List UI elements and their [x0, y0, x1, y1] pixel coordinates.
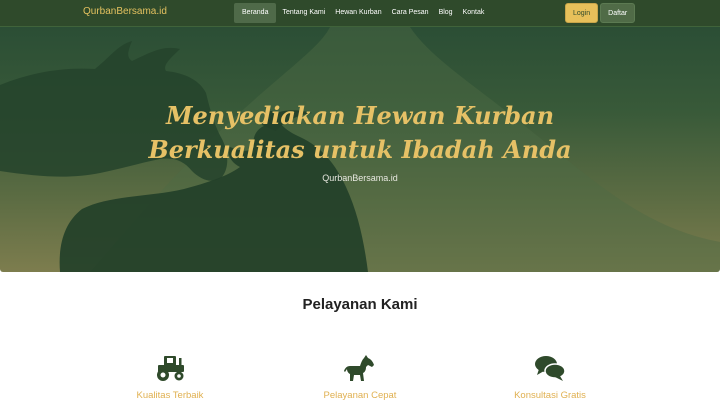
signup-button[interactable]: Daftar [600, 3, 636, 23]
horse-icon [344, 355, 374, 381]
service-kualitas-terbaik: Kualitas Terbaik [85, 354, 255, 401]
nav-link-beranda[interactable]: Beranda [234, 3, 277, 23]
hero-subtitle: QurbanBersama.id [322, 173, 398, 183]
navbar: QurbanBersama.id Beranda Tentang Kami He… [0, 0, 720, 27]
hero-banner: Menyediakan Hewan Kurban Berkualitas unt… [0, 27, 720, 272]
brand-logo[interactable]: QurbanBersama.id [83, 6, 167, 17]
tractor-icon [157, 356, 184, 381]
service-konsultasi-gratis: Konsultasi Gratis [465, 354, 635, 401]
nav-link-cara-pesan[interactable]: Cara Pesan [387, 3, 434, 23]
nav-link-blog[interactable]: Blog [434, 3, 458, 23]
nav-actions: Login Daftar [565, 3, 636, 23]
service-label: Konsultasi Gratis [514, 390, 586, 401]
service-label: Pelayanan Cepat [323, 390, 397, 401]
nav-link-hewan-kurban[interactable]: Hewan Kurban [330, 3, 386, 23]
hero-title: Menyediakan Hewan Kurban Berkualitas unt… [148, 101, 572, 164]
service-label: Kualitas Terbaik [136, 390, 204, 401]
nav-links: Beranda Tentang Kami Hewan Kurban Cara P… [234, 3, 489, 23]
service-pelayanan-cepat: Pelayanan Cepat [275, 354, 445, 401]
services-title: Pelayanan Kami [302, 296, 418, 313]
nav-link-tentang-kami[interactable]: Tentang Kami [277, 3, 330, 23]
login-button[interactable]: Login [565, 3, 599, 23]
nav-link-kontak[interactable]: Kontak [458, 3, 490, 23]
comments-icon [535, 356, 566, 381]
